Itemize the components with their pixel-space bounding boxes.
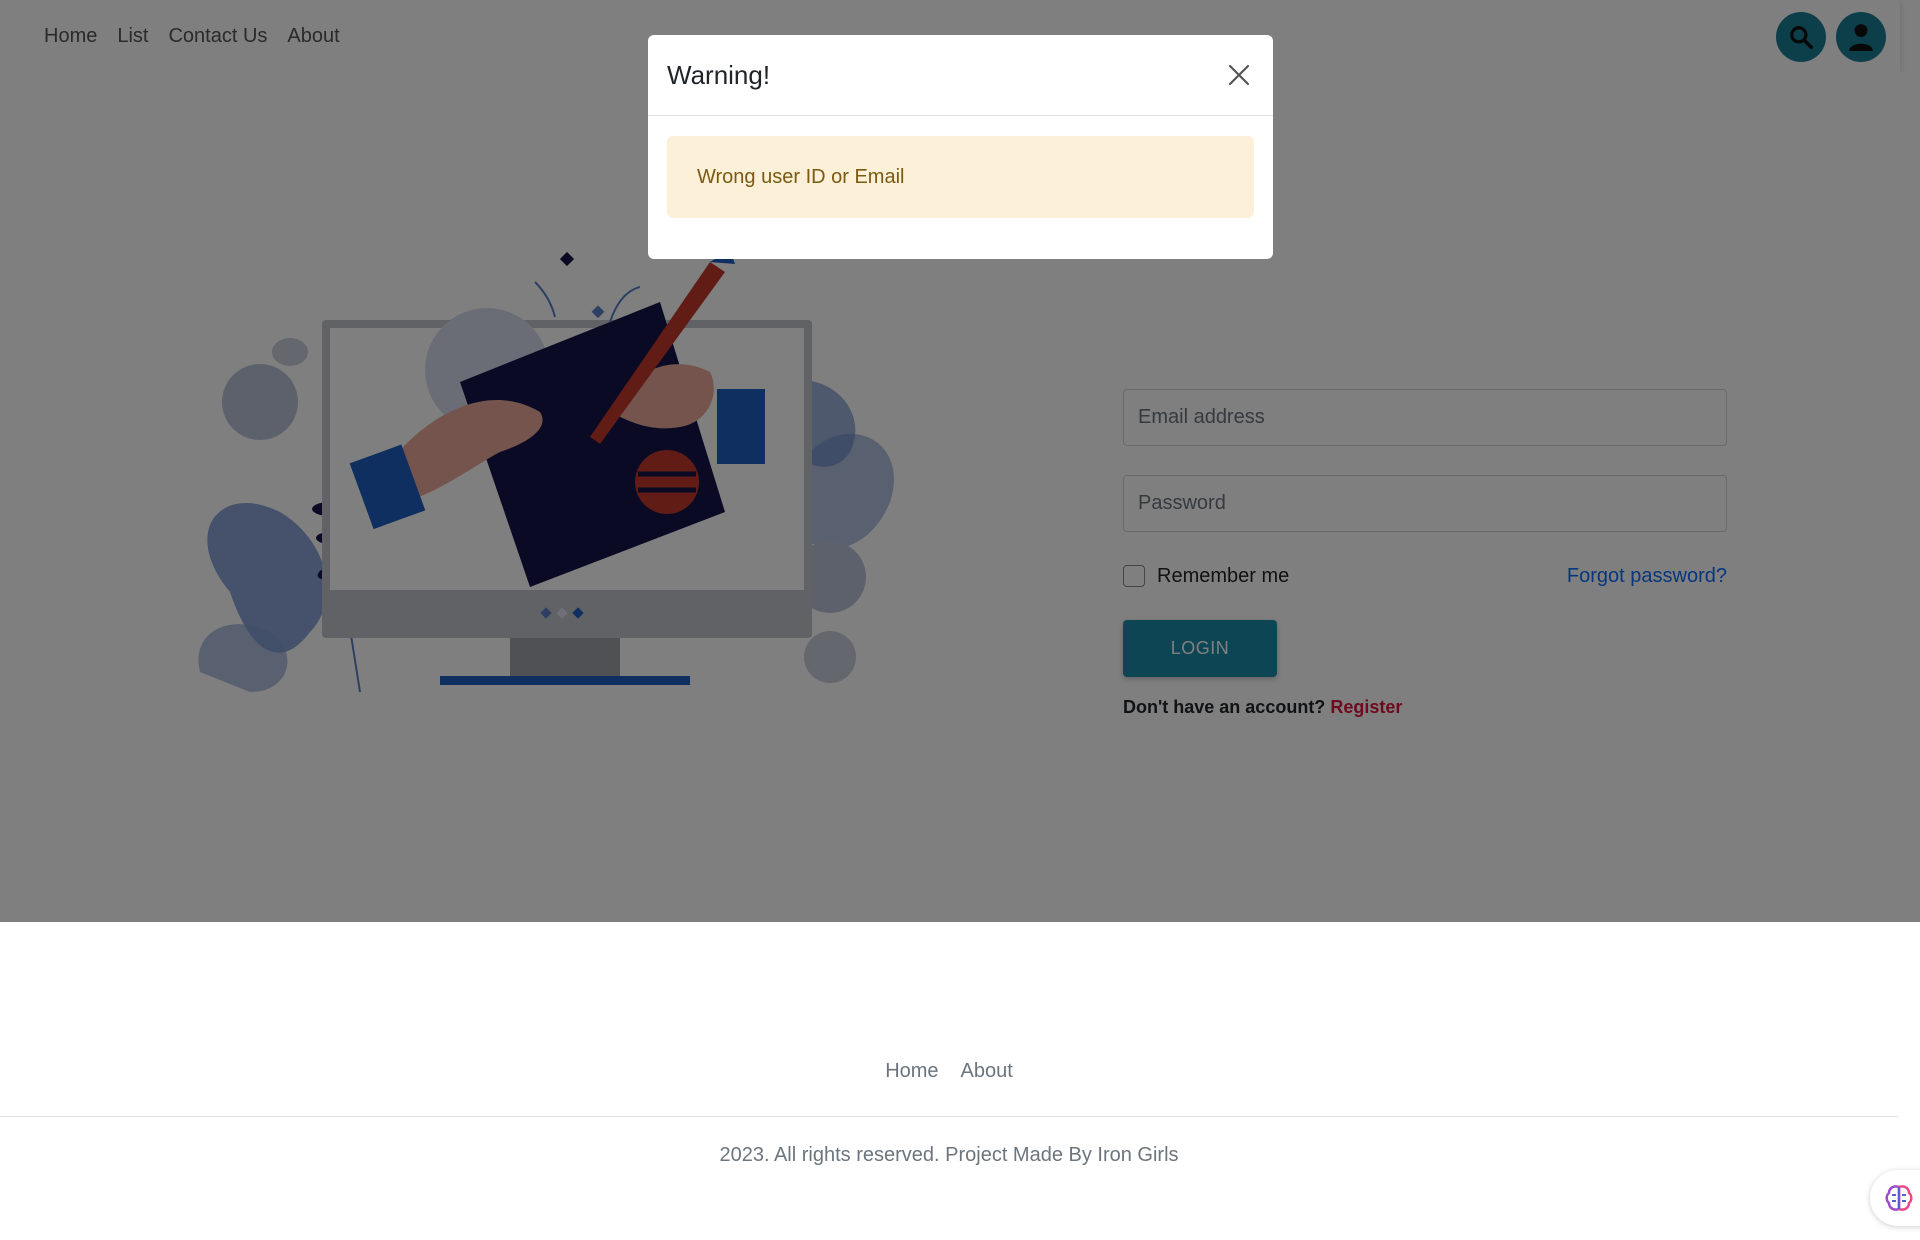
footer-links: Home About <box>0 1060 1898 1083</box>
copyright-text: 2023. All rights reserved. Project Made … <box>719 1144 1179 1166</box>
modal-title: Warning! <box>667 59 771 90</box>
modal-body: Wrong user ID or Email <box>648 116 1273 238</box>
modal-close-button[interactable] <box>1224 60 1254 90</box>
close-icon <box>1228 64 1250 86</box>
page-footer: Home About 2023. All rights reserved. Pr… <box>0 922 1920 1240</box>
warning-alert: Wrong user ID or Email <box>667 136 1254 218</box>
footer-link-about[interactable]: About <box>961 1060 1013 1083</box>
warning-message: Wrong user ID or Email <box>697 165 905 188</box>
assistant-launcher-button[interactable] <box>1870 1170 1920 1226</box>
modal-header: Warning! <box>648 35 1273 116</box>
footer-divider <box>0 1116 1898 1117</box>
brain-icon <box>1885 1185 1913 1211</box>
footer-link-home[interactable]: Home <box>885 1060 938 1083</box>
warning-modal: Warning! Wrong user ID or Email <box>648 35 1273 259</box>
